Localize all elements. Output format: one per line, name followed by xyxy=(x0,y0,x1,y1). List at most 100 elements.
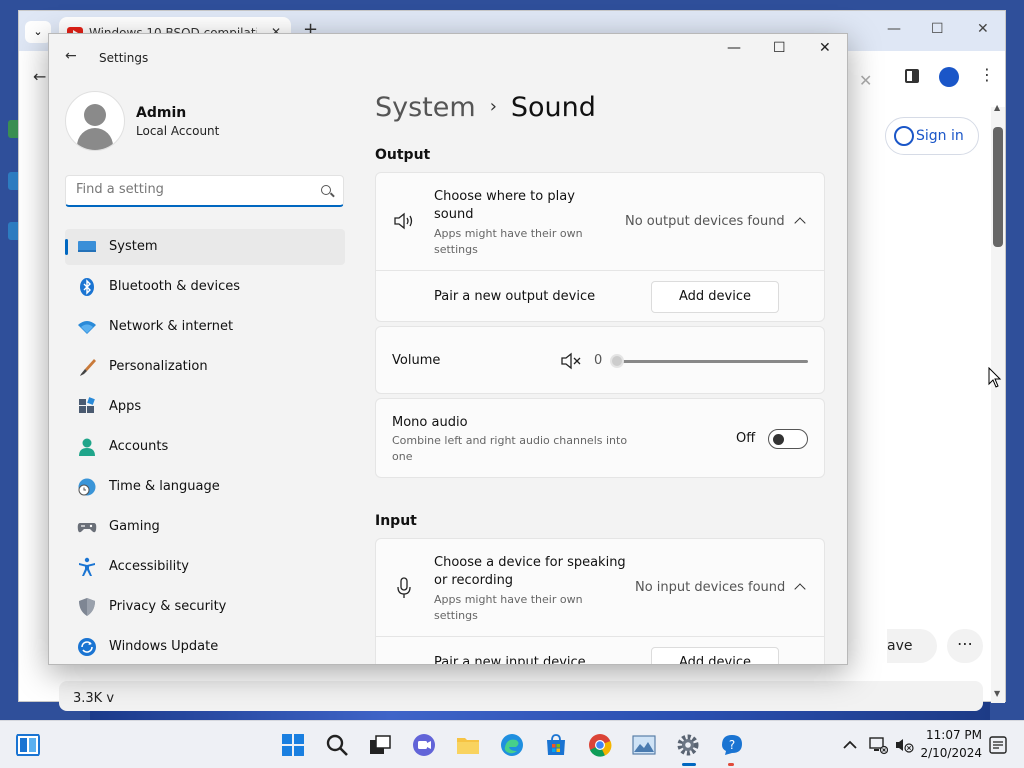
search-box[interactable] xyxy=(65,175,344,207)
breadcrumb-system[interactable]: System xyxy=(375,92,476,123)
profile-icon[interactable] xyxy=(939,67,959,87)
apps-icon xyxy=(79,397,95,413)
network-icon[interactable] xyxy=(868,735,888,755)
teams-chat-icon[interactable] xyxy=(412,733,436,757)
sidebar-item-privacy[interactable]: Privacy & security xyxy=(65,589,345,625)
clock-time[interactable]: 11:07 PM xyxy=(926,728,982,742)
accounts-icon xyxy=(79,438,95,456)
close-icon[interactable]: ✕ xyxy=(977,21,989,37)
input-status: No input devices found xyxy=(635,580,786,595)
video-description[interactable]: 3.3K v xyxy=(59,681,983,711)
output-choose-subtitle: Apps might have their own settings xyxy=(434,227,583,256)
volume-slider-track[interactable] xyxy=(616,360,808,363)
pair-input-label: Pair a new input device xyxy=(434,655,586,665)
avatar[interactable] xyxy=(65,91,125,151)
notification-indicator xyxy=(728,763,734,766)
volume-card: Volume 0 xyxy=(375,326,825,394)
sidebar-item-label: Windows Update xyxy=(109,639,219,654)
sidebar-item-gaming[interactable]: Gaming xyxy=(65,509,345,545)
output-status: No output devices found xyxy=(625,214,785,229)
account-icon xyxy=(894,126,914,146)
mono-audio-card: Mono audio Combine left and right audio … xyxy=(375,398,825,478)
volume-value: 0 xyxy=(594,353,603,368)
sidebar-item-bluetooth[interactable]: Bluetooth & devices xyxy=(65,269,345,305)
split-screen-icon[interactable] xyxy=(905,69,919,83)
clock-date[interactable]: 2/10/2024 xyxy=(920,746,982,760)
add-output-device-button[interactable]: Add device xyxy=(651,281,779,313)
svg-text:?: ? xyxy=(729,738,735,752)
sidebar-item-time-language[interactable]: Time & language xyxy=(65,469,345,505)
save-button[interactable]: ave xyxy=(887,629,937,663)
photos-icon[interactable] xyxy=(632,733,656,757)
page-title: Sound xyxy=(510,92,596,123)
sidebar-item-windows-update[interactable]: Windows Update xyxy=(65,629,345,664)
maximize-icon[interactable]: ☐ xyxy=(931,21,944,37)
mono-audio-toggle[interactable] xyxy=(768,429,808,449)
volume-slider-thumb[interactable] xyxy=(610,354,624,368)
accessibility-icon xyxy=(79,557,95,576)
input-device-row[interactable]: Choose a device for speaking or recordin… xyxy=(376,539,824,637)
task-view-icon[interactable] xyxy=(368,733,392,757)
microphone-icon xyxy=(397,577,411,598)
breadcrumb: System › Sound xyxy=(375,92,596,123)
sidebar-item-label: Time & language xyxy=(109,479,220,494)
shield-icon xyxy=(79,598,95,616)
gamepad-icon xyxy=(77,523,97,533)
muted-speaker-icon[interactable] xyxy=(561,352,583,370)
edge-icon[interactable] xyxy=(500,733,524,757)
add-input-device-button[interactable]: Add device xyxy=(651,647,779,664)
more-options-button[interactable]: ⋯ xyxy=(947,629,983,663)
sidebar-item-system[interactable]: System xyxy=(65,229,345,265)
minimize-icon[interactable]: — xyxy=(887,21,901,37)
close-icon[interactable]: ✕ xyxy=(859,71,872,90)
globe-clock-icon xyxy=(78,478,96,496)
update-icon xyxy=(78,638,96,656)
search-input[interactable] xyxy=(76,182,306,197)
more-menu-icon[interactable]: ⋮ xyxy=(979,65,995,84)
sign-in-label: Sign in xyxy=(916,128,964,144)
breadcrumb-separator: › xyxy=(489,96,497,117)
back-arrow-icon[interactable]: ← xyxy=(65,48,77,64)
search-icon[interactable] xyxy=(321,185,331,195)
input-choose-subtitle: Apps might have their own settings xyxy=(434,593,583,622)
output-device-card: Choose where to play sound Apps might ha… xyxy=(375,172,825,322)
back-arrow-icon[interactable]: ← xyxy=(33,67,46,86)
settings-gear-icon[interactable] xyxy=(676,733,700,757)
notification-icon[interactable] xyxy=(988,735,1008,755)
mono-audio-title: Mono audio xyxy=(392,415,468,430)
output-device-row[interactable]: Choose where to play sound Apps might ha… xyxy=(376,173,824,271)
get-help-icon[interactable]: ? xyxy=(720,733,744,757)
search-icon[interactable] xyxy=(325,733,349,757)
active-app-indicator xyxy=(682,763,696,766)
output-section-title: Output xyxy=(375,147,431,163)
paintbrush-icon xyxy=(80,359,96,376)
pair-output-label: Pair a new output device xyxy=(434,289,596,304)
sidebar-item-label: Accounts xyxy=(109,439,169,454)
sidebar-item-personalization[interactable]: Personalization xyxy=(65,349,345,385)
chevron-up-icon[interactable] xyxy=(840,735,860,755)
chrome-icon[interactable] xyxy=(588,733,612,757)
input-choose-title: Choose a device for speaking or recordin… xyxy=(434,555,626,588)
widgets-icon[interactable] xyxy=(16,733,40,757)
output-choose-title: Choose where to play sound xyxy=(434,189,575,222)
file-explorer-icon[interactable] xyxy=(456,733,480,757)
start-icon[interactable] xyxy=(281,733,305,757)
microsoft-store-icon[interactable] xyxy=(544,733,568,757)
sidebar-item-accounts[interactable]: Accounts xyxy=(65,429,345,465)
sidebar-item-apps[interactable]: Apps xyxy=(65,389,345,425)
volume-muted-icon[interactable] xyxy=(894,735,914,755)
sidebar-item-label: Gaming xyxy=(109,519,160,534)
bluetooth-icon xyxy=(80,278,94,296)
sidebar-item-network[interactable]: Network & internet xyxy=(65,309,345,345)
sidebar-item-label: Privacy & security xyxy=(109,599,227,614)
scroll-down-icon[interactable]: ▼ xyxy=(994,689,1000,698)
chevron-up-icon[interactable] xyxy=(794,217,806,229)
taskbar: ? 11:07 PM 2/10/2024 xyxy=(0,720,1024,768)
chevron-up-icon[interactable] xyxy=(794,583,806,595)
scrollbar-thumb[interactable] xyxy=(993,127,1003,247)
scroll-up-icon[interactable]: ▲ xyxy=(994,103,1000,112)
speaker-icon xyxy=(394,212,413,230)
sign-in-button[interactable]: Sign in xyxy=(885,117,979,155)
sidebar-item-label: System xyxy=(109,239,158,254)
sidebar-item-accessibility[interactable]: Accessibility xyxy=(65,549,345,585)
